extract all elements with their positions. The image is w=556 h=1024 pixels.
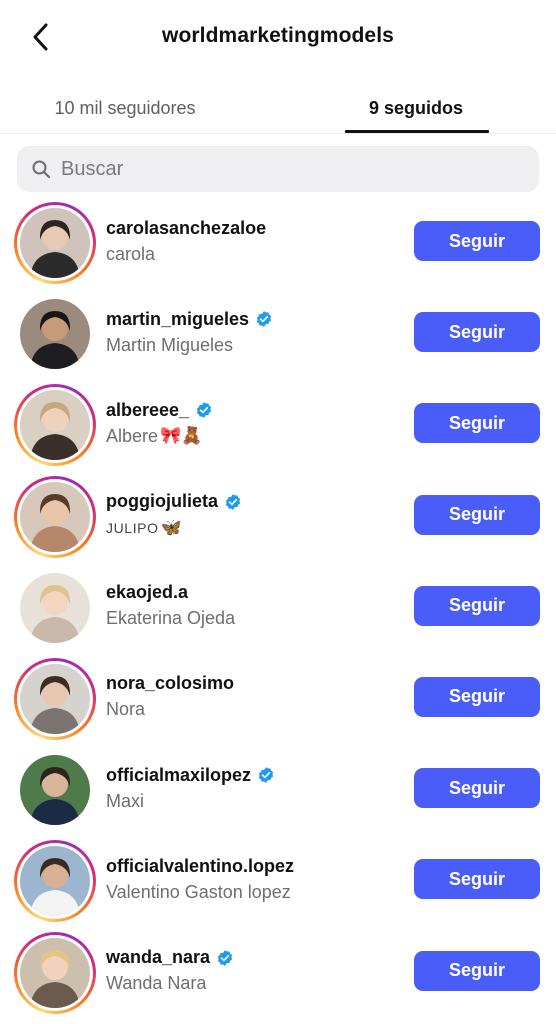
account-names: carolasanchezaloe carola xyxy=(106,216,406,266)
display-name-text: Ekaterina Ojeda xyxy=(106,608,236,629)
avatar xyxy=(20,663,90,734)
active-tab-indicator xyxy=(345,130,489,133)
username[interactable]: nora_colosimo xyxy=(106,673,234,694)
account-names: wanda_nara Wanda Nara xyxy=(106,946,406,996)
avatar xyxy=(20,572,90,643)
display-name-text: carola xyxy=(106,243,156,264)
display-name-text: Wanda Nara xyxy=(106,973,207,993)
display-name: Albere 🎀🧸 xyxy=(106,424,406,448)
verified-badge-icon xyxy=(258,767,274,783)
username[interactable]: albereee_ xyxy=(106,400,189,421)
follow-button[interactable]: Seguir xyxy=(414,768,540,809)
follow-button[interactable]: Seguir xyxy=(414,221,540,261)
following-list: carolasanchezaloe carola Seguir martin_m… xyxy=(0,196,556,1017)
display-name-text: Albere xyxy=(106,425,159,446)
display-name: Valentino Gaston lopez xyxy=(106,880,406,904)
search-icon xyxy=(32,160,51,179)
list-item[interactable]: officialvalentino.lopez Valentino Gaston… xyxy=(0,834,556,925)
account-names: officialmaxilopez Maxi xyxy=(106,763,406,813)
verified-badge-icon xyxy=(256,311,272,328)
list-item[interactable]: ekaojed.a Ekaterina Ojeda Seguir xyxy=(0,561,556,652)
display-name: Wanda Nara xyxy=(106,972,406,996)
avatar xyxy=(20,299,90,370)
story-ring[interactable] xyxy=(14,840,96,923)
tab-bar: 10 mil seguidores 9 seguidos xyxy=(0,82,556,134)
story-ring[interactable] xyxy=(14,384,96,467)
story-ring[interactable] xyxy=(14,293,96,375)
list-item[interactable]: martin_migueles Martin Migueles Seguir xyxy=(0,287,556,378)
list-item[interactable]: officialmaxilopez Maxi Seguir xyxy=(0,743,556,834)
display-name: carola xyxy=(106,242,406,266)
username[interactable]: wanda_nara xyxy=(106,947,210,968)
avatar xyxy=(20,390,90,461)
display-name-text: JULIPO xyxy=(106,519,159,536)
username[interactable]: carolasanchezaloe xyxy=(106,218,266,239)
avatar xyxy=(20,755,90,826)
tab-followers[interactable]: 10 mil seguidores xyxy=(30,82,220,134)
list-item[interactable]: carolasanchezaloe carola Seguir xyxy=(0,196,556,287)
tab-following[interactable]: 9 seguidos xyxy=(340,82,492,134)
display-name: JULIPO 🦋 xyxy=(106,516,406,540)
follow-button[interactable]: Seguir xyxy=(414,312,540,353)
list-item[interactable]: wanda_nara Wanda Nara Seguir xyxy=(0,926,556,1017)
display-name: Maxi xyxy=(106,789,406,813)
page-title: worldmarketingmodels xyxy=(162,24,394,47)
story-ring[interactable] xyxy=(14,567,96,649)
account-names: martin_migueles Martin Migueles xyxy=(106,307,406,357)
follow-button[interactable]: Seguir xyxy=(414,494,540,535)
account-names: poggiojulieta JULIPO 🦋 xyxy=(106,490,406,540)
story-ring[interactable] xyxy=(14,657,96,740)
verified-badge-icon xyxy=(217,949,233,966)
account-names: officialvalentino.lopez Valentino Gaston… xyxy=(106,854,406,904)
follow-button[interactable]: Seguir xyxy=(414,403,540,444)
display-name: Ekaterina Ojeda xyxy=(106,607,406,631)
story-ring[interactable] xyxy=(14,749,96,831)
search-input[interactable] xyxy=(61,157,501,181)
name-emoji: 🎀🧸 xyxy=(160,426,203,447)
account-names: nora_colosimo Nora xyxy=(106,672,406,722)
list-item[interactable]: poggiojulieta JULIPO 🦋 Seguir xyxy=(0,470,556,561)
avatar xyxy=(20,208,90,278)
display-name-text: Martin Migueles xyxy=(106,334,234,355)
list-item[interactable]: albereee_ Albere 🎀🧸 Seguir xyxy=(0,378,556,469)
list-item[interactable]: nora_colosimo Nora Seguir xyxy=(0,652,556,743)
username[interactable]: martin_migueles xyxy=(106,309,249,330)
story-ring[interactable] xyxy=(14,931,96,1014)
display-name: Martin Migueles xyxy=(106,333,406,357)
avatar xyxy=(20,846,90,917)
verified-badge-icon xyxy=(225,493,241,510)
display-name-text: Valentino Gaston lopez xyxy=(106,881,291,902)
avatar xyxy=(20,937,90,1008)
avatar xyxy=(20,481,90,552)
display-name: Nora xyxy=(106,698,406,722)
follow-button[interactable]: Seguir xyxy=(414,676,540,717)
follow-button[interactable]: Seguir xyxy=(414,859,540,900)
header: worldmarketingmodels xyxy=(0,0,556,74)
name-emoji: 🦋 xyxy=(160,517,183,538)
account-names: ekaojed.a Ekaterina Ojeda xyxy=(106,581,406,631)
story-ring[interactable] xyxy=(14,475,96,558)
display-name-text: Nora xyxy=(106,699,146,720)
username[interactable]: officialmaxilopez xyxy=(106,765,251,786)
account-names: albereee_ Albere 🎀🧸 xyxy=(106,398,406,448)
username[interactable]: officialvalentino.lopez xyxy=(106,856,294,877)
verified-badge-icon xyxy=(196,402,212,419)
follow-button[interactable]: Seguir xyxy=(414,585,540,626)
story-ring[interactable] xyxy=(14,202,96,284)
following-screen: worldmarketingmodels 10 mil seguidores 9… xyxy=(0,0,556,1024)
username[interactable]: poggiojulieta xyxy=(106,491,218,512)
username[interactable]: ekaojed.a xyxy=(106,582,188,603)
search-bar[interactable] xyxy=(17,146,539,192)
follow-button[interactable]: Seguir xyxy=(414,950,540,991)
display-name-text: Maxi xyxy=(106,790,145,811)
